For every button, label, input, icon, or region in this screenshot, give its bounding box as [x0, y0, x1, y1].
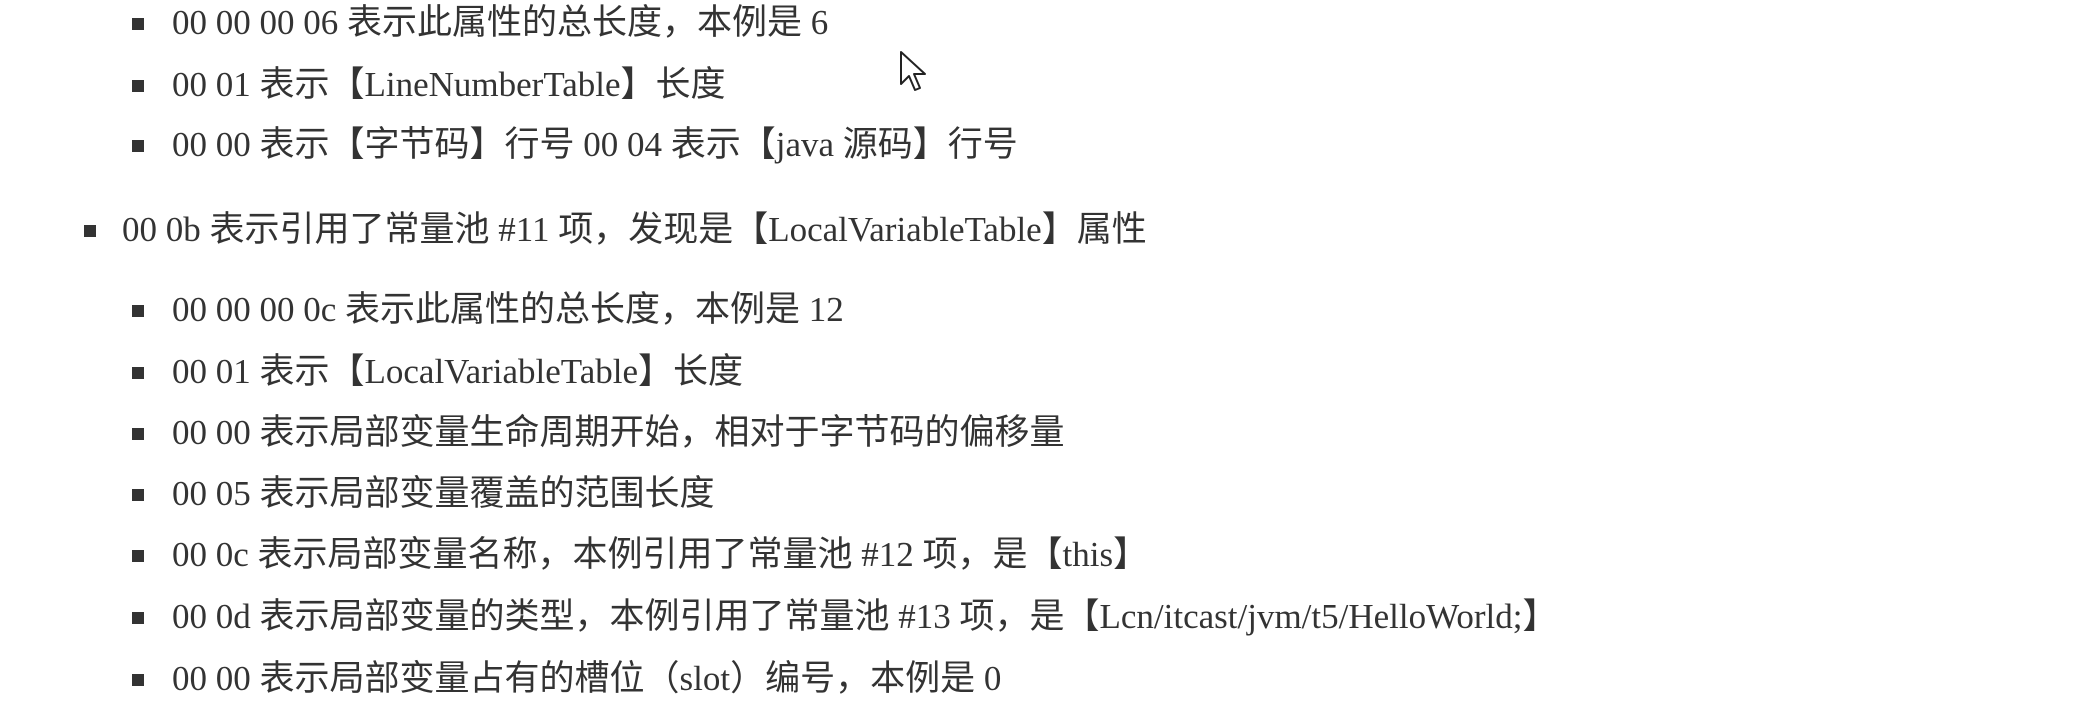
list-item: 00 00 表示局部变量生命周期开始，相对于字节码的偏移量: [132, 408, 1065, 458]
list-item-text: 00 00 表示局部变量生命周期开始，相对于字节码的偏移量: [172, 413, 1065, 452]
list-item-text: 00 00 表示局部变量占有的槽位（slot）编号，本例是 0: [172, 659, 1002, 698]
mouse-pointer-icon: [900, 51, 926, 91]
list-item-text: 00 0d 表示局部变量的类型，本例引用了常量池 #13 项，是【Lcn/itc…: [172, 597, 1558, 636]
list-item-text: 00 00 表示【字节码】行号 00 04 表示【java 源码】行号: [172, 125, 1018, 164]
list-item: 00 00 表示局部变量占有的槽位（slot）编号，本例是 0: [132, 654, 1002, 704]
list-item: 00 01 表示【LineNumberTable】长度: [132, 60, 726, 110]
list-item-top-level: 00 0b 表示引用了常量池 #11 项，发现是【LocalVariableTa…: [84, 205, 1147, 255]
list-item-text: 00 00 00 06 表示此属性的总长度，本例是 6: [172, 3, 829, 42]
square-bullet-icon: [132, 80, 144, 92]
square-bullet-icon: [132, 18, 144, 30]
list-item: 00 00 00 06 表示此属性的总长度，本例是 6: [132, 0, 829, 48]
square-bullet-icon: [84, 225, 96, 237]
document-body: 00 00 00 06 表示此属性的总长度，本例是 6 00 01 表示【Lin…: [0, 0, 2080, 720]
list-item-text: 00 0c 表示局部变量名称，本例引用了常量池 #12 项，是【this】: [172, 535, 1149, 574]
list-item: 00 01 表示【LocalVariableTable】长度: [132, 347, 744, 397]
list-item-text: 00 0b 表示引用了常量池 #11 项，发现是【LocalVariableTa…: [122, 210, 1147, 249]
square-bullet-icon: [132, 674, 144, 686]
square-bullet-icon: [132, 428, 144, 440]
square-bullet-icon: [132, 367, 144, 379]
list-item: 00 05 表示局部变量覆盖的范围长度: [132, 469, 715, 519]
square-bullet-icon: [132, 489, 144, 501]
list-item-text: 00 00 00 0c 表示此属性的总长度，本例是 12: [172, 290, 844, 329]
square-bullet-icon: [132, 550, 144, 562]
list-item-text: 00 01 表示【LocalVariableTable】长度: [172, 352, 744, 391]
list-item-text: 00 05 表示局部变量覆盖的范围长度: [172, 474, 715, 513]
list-item: 00 0c 表示局部变量名称，本例引用了常量池 #12 项，是【this】: [132, 530, 1149, 580]
list-item: 00 00 00 0c 表示此属性的总长度，本例是 12: [132, 285, 844, 335]
square-bullet-icon: [132, 140, 144, 152]
square-bullet-icon: [132, 305, 144, 317]
list-item-text: 00 01 表示【LineNumberTable】长度: [172, 65, 726, 104]
square-bullet-icon: [132, 612, 144, 624]
list-item: 00 0d 表示局部变量的类型，本例引用了常量池 #13 项，是【Lcn/itc…: [132, 592, 1558, 642]
list-item: 00 00 表示【字节码】行号 00 04 表示【java 源码】行号: [132, 120, 1018, 170]
